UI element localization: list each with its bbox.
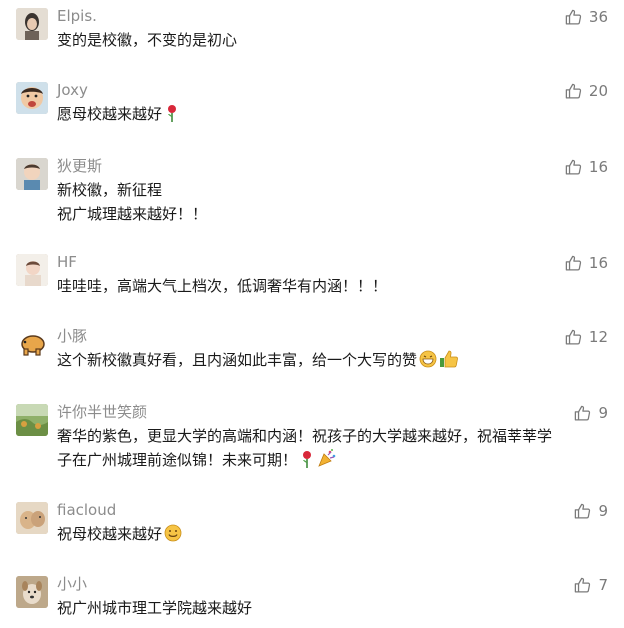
comment-item: Elpis. 36 变的是校徽，不变的是初心: [0, 6, 624, 66]
comment-line: 愿母校越来越好: [57, 105, 163, 123]
commenter-name[interactable]: HF: [57, 252, 77, 272]
avatar[interactable]: [16, 82, 48, 114]
thumbs-up-icon: [575, 405, 591, 420]
avatar[interactable]: [16, 254, 48, 286]
avatar[interactable]: [16, 8, 48, 40]
comment-line: 祝广城理越来越好！！: [57, 205, 208, 223]
commenter-name[interactable]: Joxy: [57, 80, 88, 100]
like-count: 20: [588, 82, 608, 100]
comment-text: 祝母校越来越好: [57, 522, 565, 549]
like-button[interactable]: 12: [564, 326, 608, 348]
comment-item: 小小 7 祝广州城市理工学院越来越好: [0, 574, 624, 628]
comment-text: 哇哇哇，高端大气上档次，低调奢华有内涵！！！: [57, 274, 565, 298]
comment-text: 愿母校越来越好: [57, 102, 565, 129]
thumbs-up-icon: [575, 503, 591, 518]
like-button[interactable]: 9: [573, 500, 608, 522]
thumbs-up-icon: [565, 83, 582, 98]
comment-line: 变的是校徽，不变的是初心: [57, 31, 238, 49]
like-count: 16: [588, 158, 608, 176]
commenter-name[interactable]: 许你半世笑颜: [57, 402, 147, 422]
avatar[interactable]: [16, 328, 48, 360]
commenter-name[interactable]: fiacloud: [57, 500, 116, 520]
comment-text: 祝广州城市理工学院越来越好: [57, 596, 565, 620]
comment-line: 子在广州城理前途似锦！未来可期！: [57, 451, 298, 469]
avatar[interactable]: [16, 404, 48, 436]
comment-line: 新校徽，新征程: [57, 181, 163, 199]
like-button[interactable]: 16: [564, 156, 608, 178]
smile-emoji-icon: [164, 524, 182, 549]
thumbs-up-icon: [575, 577, 591, 592]
commenter-name[interactable]: 小豚: [57, 326, 87, 346]
like-button[interactable]: 7: [573, 574, 608, 596]
thumbs-up-icon: [565, 329, 582, 344]
commenter-name[interactable]: 小小: [57, 574, 87, 594]
comment-line: 哇哇哇，高端大气上档次，低调奢华有内涵！！！: [57, 277, 388, 295]
thumbs-up-icon: [565, 9, 582, 24]
party-popper-icon: [317, 448, 337, 475]
like-count: 36: [588, 8, 608, 26]
comment-item: Joxy 20 愿母校越来越好: [0, 80, 624, 140]
like-button[interactable]: 16: [564, 252, 608, 274]
comment-line: 祝母校越来越好: [57, 525, 163, 543]
avatar[interactable]: [16, 576, 48, 608]
avatar[interactable]: [16, 158, 48, 190]
rose-icon: [299, 450, 315, 475]
comment-item: 许你半世笑颜 9 奢华的紫色，更显大学的高端和内涵！祝孩子的大学越来越好，祝福莘…: [0, 402, 624, 484]
thumbs-up-emoji-icon: [439, 350, 459, 375]
commenter-name[interactable]: Elpis.: [57, 6, 97, 26]
like-button[interactable]: 36: [564, 6, 608, 28]
commenter-name[interactable]: 狄更斯: [57, 156, 102, 176]
comment-line: 这个新校徽真好看，且内涵如此丰富，给一个大写的赞: [57, 351, 418, 369]
like-count: 12: [588, 328, 608, 346]
grin-emoji-icon: [419, 350, 437, 375]
comment-text: 变的是校徽，不变的是初心: [57, 28, 565, 52]
comment-item: fiacloud 9 祝母校越来越好: [0, 500, 624, 560]
like-button[interactable]: 20: [564, 80, 608, 102]
rose-icon: [164, 104, 180, 129]
avatar[interactable]: [16, 502, 48, 534]
comment-item: 狄更斯 16 新校徽，新征程 祝广城理越来越好！！: [0, 156, 624, 230]
comment-item: HF 16 哇哇哇，高端大气上档次，低调奢华有内涵！！！: [0, 252, 624, 312]
thumbs-up-icon: [565, 159, 582, 174]
like-count: 9: [598, 404, 608, 422]
like-button[interactable]: 9: [573, 402, 608, 424]
comment-item: 小豚 12 这个新校徽真好看，且内涵如此丰富，给一个大写的赞: [0, 326, 624, 386]
comment-line: 祝广州城市理工学院越来越好: [57, 599, 253, 617]
like-count: 16: [588, 254, 608, 272]
comment-text: 奢华的紫色，更显大学的高端和内涵！祝孩子的大学越来越好，祝福莘莘学 子在广州城理…: [57, 424, 565, 475]
thumbs-up-icon: [565, 255, 582, 270]
comment-text: 这个新校徽真好看，且内涵如此丰富，给一个大写的赞: [57, 348, 565, 375]
comment-line: 奢华的紫色，更显大学的高端和内涵！祝孩子的大学越来越好，祝福莘莘学: [57, 427, 553, 445]
comment-list: Elpis. 36 变的是校徽，不变的是初心 Joxy 20 愿母校越来越好 狄…: [0, 0, 624, 628]
like-count: 9: [598, 502, 608, 520]
comment-text: 新校徽，新征程 祝广城理越来越好！！: [57, 178, 565, 226]
like-count: 7: [598, 576, 608, 594]
